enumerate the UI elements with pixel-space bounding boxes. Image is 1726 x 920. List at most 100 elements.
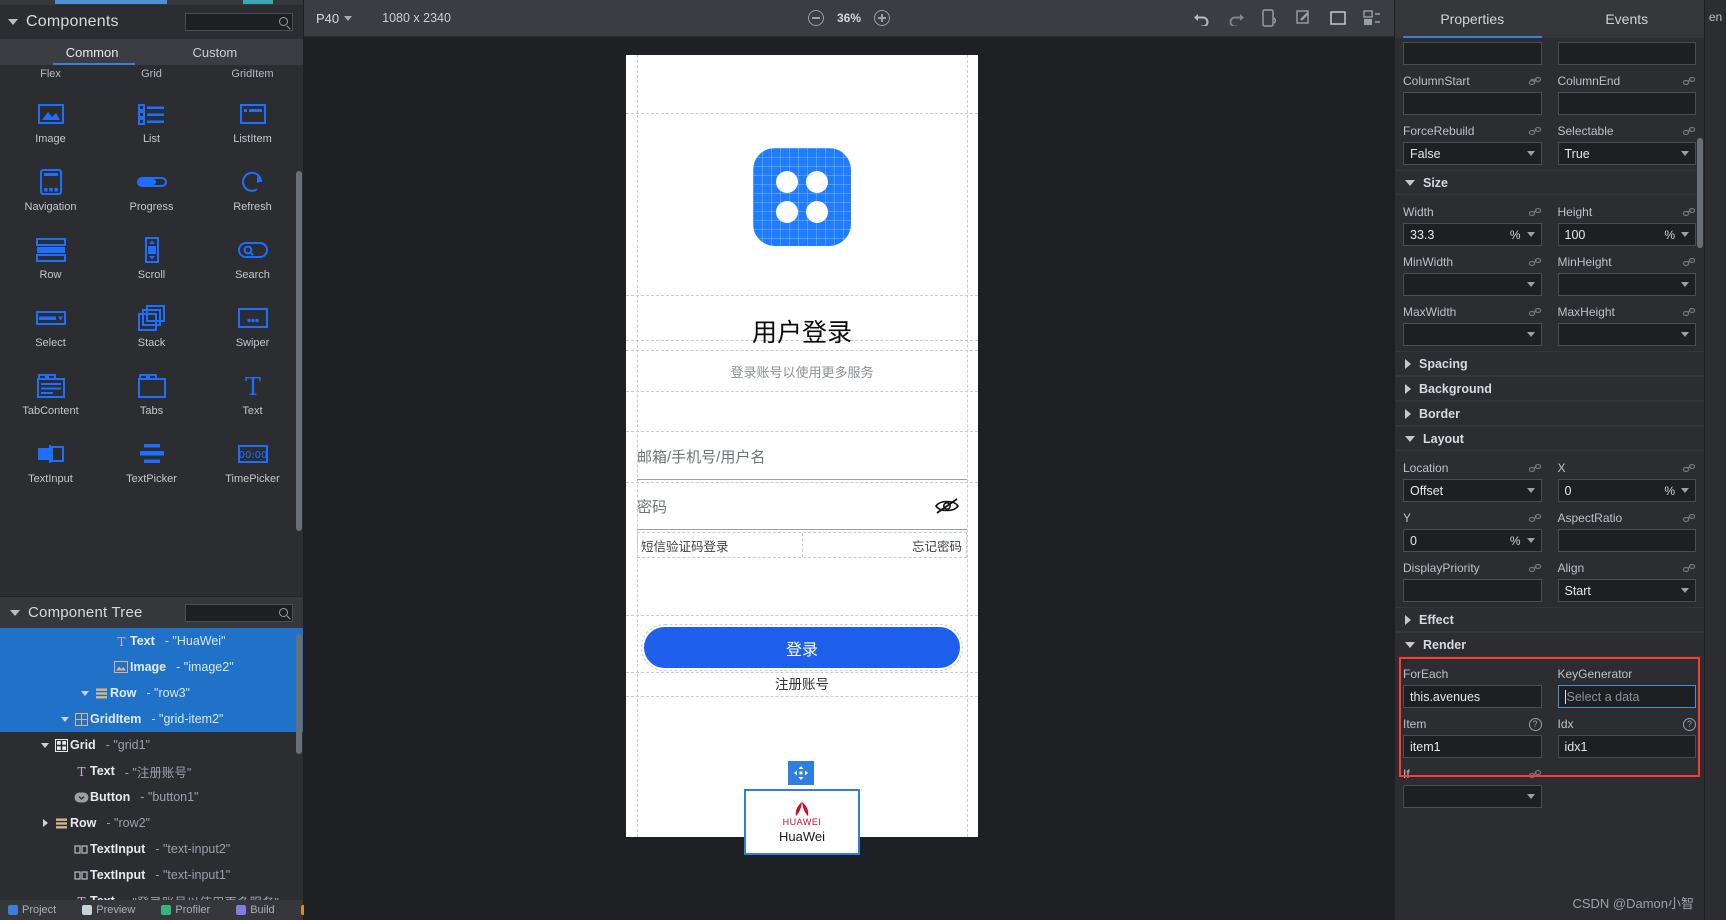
select-maxwidth[interactable] [1403, 323, 1542, 346]
link-binding-icon[interactable] [1682, 125, 1696, 137]
tree-row-button[interactable]: Button - "button1" [0, 784, 303, 810]
link-binding-icon[interactable] [1528, 512, 1542, 524]
palette-scrollbar[interactable] [296, 171, 302, 531]
select-selectable[interactable]: True [1557, 142, 1696, 165]
tree-row-textinput[interactable]: TextInput - "text-input2" [0, 836, 303, 862]
palette-item-listitem[interactable]: ListItem [202, 97, 303, 165]
link-binding-icon[interactable] [1682, 306, 1696, 318]
link-binding-icon[interactable] [1528, 562, 1542, 574]
category-griditem[interactable]: GridItem [202, 65, 303, 83]
toolwindow-project[interactable]: Project [8, 904, 56, 916]
undo-icon[interactable] [1192, 8, 1212, 28]
link-binding-icon[interactable] [1528, 256, 1542, 268]
link-binding-icon[interactable] [1528, 125, 1542, 137]
select-location[interactable]: Offset [1403, 479, 1542, 502]
tree-collapse-caret-icon[interactable] [10, 609, 20, 616]
palette-item-list[interactable]: List [101, 97, 202, 165]
component-tree-vertical-scrollbar[interactable] [296, 634, 302, 754]
select-minwidth[interactable] [1403, 273, 1542, 296]
link-binding-icon[interactable] [1528, 75, 1542, 87]
section-header-background[interactable]: Background [1395, 376, 1704, 401]
section-header-size[interactable]: Size [1395, 170, 1704, 195]
select-if[interactable] [1403, 785, 1542, 808]
palette-item-select[interactable]: Select [0, 301, 101, 369]
link-binding-icon[interactable] [1682, 206, 1696, 218]
palette-item-swiper[interactable]: Swiper [202, 301, 303, 369]
category-flex[interactable]: Flex [0, 65, 101, 83]
select-align[interactable]: Start [1557, 579, 1696, 602]
chevron-down-icon[interactable] [1681, 282, 1689, 287]
twisty-down-icon[interactable] [38, 742, 52, 748]
palette-item-timepicker[interactable]: 00:00 TimePicker [202, 437, 303, 505]
zoom-in-button[interactable] [874, 10, 890, 26]
section-header-border[interactable]: Border [1395, 401, 1704, 426]
tab-properties[interactable]: Properties [1395, 0, 1550, 38]
input-displaypriority[interactable] [1403, 579, 1542, 602]
field-above-columnstart[interactable] [1403, 42, 1542, 65]
select-forcerebuild[interactable]: False [1403, 142, 1542, 165]
input-idx[interactable]: idx1 [1557, 735, 1696, 758]
tree-row-textinput[interactable]: TextInput - "text-input1" [0, 862, 303, 888]
section-header-render[interactable]: Render [1395, 632, 1704, 657]
select-maxheight[interactable] [1557, 323, 1696, 346]
chevron-down-icon[interactable] [1681, 232, 1689, 237]
palette-item-tabs[interactable]: Tabs [101, 369, 202, 437]
palette-item-scroll[interactable]: Scroll [101, 233, 202, 301]
palette-item-search[interactable]: Search [202, 233, 303, 301]
zoom-out-button[interactable] [808, 10, 824, 26]
section-header-spacing[interactable]: Spacing [1395, 351, 1704, 376]
select-y[interactable]: 0% [1403, 529, 1542, 552]
input-foreach[interactable]: this.avenues [1403, 685, 1542, 708]
device-preview-icon[interactable] [1260, 8, 1280, 28]
tree-row-griditem[interactable]: GridItem - "grid-item2" [0, 706, 303, 732]
frame-icon[interactable] [1328, 8, 1348, 28]
link-binding-icon[interactable] [1682, 462, 1696, 474]
toolwindow-preview[interactable]: Preview [82, 904, 135, 916]
link-device-icon[interactable] [1294, 8, 1314, 28]
toolwindow-profiler[interactable]: Profiler [161, 904, 210, 916]
select-minheight[interactable] [1557, 273, 1696, 296]
chevron-down-icon[interactable] [1681, 588, 1689, 593]
tab-common[interactable]: Common [66, 45, 119, 60]
sms-login-link[interactable]: 短信验证码登录 [638, 536, 729, 555]
link-binding-icon[interactable] [1682, 512, 1696, 524]
redo-icon[interactable] [1226, 8, 1246, 28]
palette-item-text[interactable]: T Text [202, 369, 303, 437]
select-height[interactable]: 100% [1557, 223, 1696, 246]
layout-switch-icon[interactable] [1362, 8, 1382, 28]
link-binding-icon[interactable] [1682, 562, 1696, 574]
palette-item-tabcontent[interactable]: TabContent [0, 369, 101, 437]
link-binding-icon[interactable] [1528, 306, 1542, 318]
drag-move-handle[interactable] [788, 761, 814, 785]
toolwindow-build[interactable]: Build [236, 904, 275, 916]
components-search-input[interactable] [185, 13, 293, 31]
section-header-layout[interactable]: Layout [1395, 426, 1704, 451]
palette-item-progress[interactable]: Progress [101, 165, 202, 233]
input-columnstart[interactable] [1403, 92, 1542, 115]
twisty-down-icon[interactable] [78, 690, 92, 696]
tree-row-image[interactable]: Image - "image2" [0, 654, 303, 680]
chevron-down-icon[interactable] [1526, 332, 1535, 337]
input-keygenerator[interactable]: Select a data [1557, 685, 1696, 708]
chevron-down-icon[interactable] [1526, 794, 1535, 799]
tree-row-grid[interactable]: Grid - "grid1" [0, 732, 303, 758]
category-grid[interactable]: Grid [101, 65, 202, 83]
eye-off-icon[interactable] [933, 496, 961, 516]
palette-item-refresh[interactable]: Refresh [202, 165, 303, 233]
chevron-down-icon[interactable] [1681, 332, 1689, 337]
design-canvas[interactable]: 用户登录 登录账号以使用更多服务 邮箱/手机号/用户名 密码 短信验证码登录 忘… [304, 37, 1394, 920]
twisty-right-icon[interactable] [38, 819, 52, 827]
register-link[interactable]: 注册账号 [626, 673, 978, 693]
input-columnend[interactable] [1557, 92, 1696, 115]
account-input[interactable]: 邮箱/手机号/用户名 [637, 433, 967, 480]
tree-row-text[interactable]: T Text - "注册账号" [0, 758, 303, 784]
select-x[interactable]: 0% [1557, 479, 1696, 502]
link-binding-icon[interactable] [1682, 75, 1696, 87]
palette-item-navigation[interactable]: Navigation [0, 165, 101, 233]
chevron-down-icon[interactable] [1526, 488, 1535, 493]
link-binding-icon[interactable] [1528, 462, 1542, 474]
forgot-password-link[interactable]: 忘记密码 [912, 536, 966, 555]
chevron-down-icon[interactable] [1526, 538, 1535, 543]
palette-item-image[interactable]: Image [0, 97, 101, 165]
help-icon[interactable]: ? [1528, 717, 1542, 731]
